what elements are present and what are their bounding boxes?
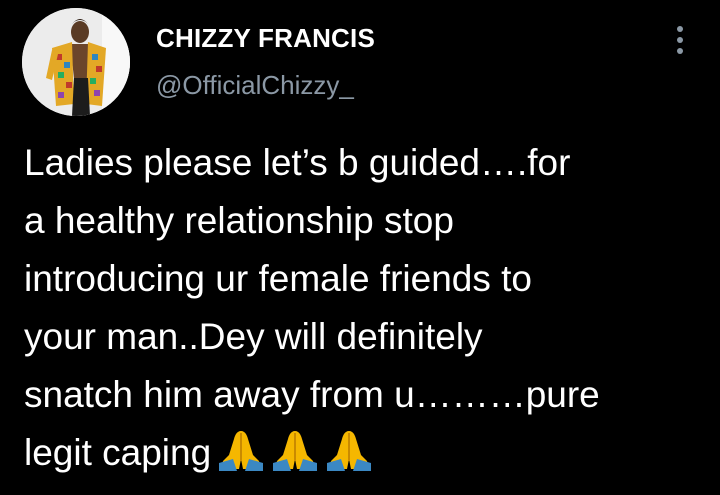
author-handle[interactable]: @OfficialChizzy_ [156,70,354,101]
folded-hands-icon [327,431,372,471]
avatar-photo-icon [22,8,130,116]
folded-hands-icon [273,431,318,471]
folded-hands-icon [219,431,264,471]
tweet-text-last-line: legit caping [24,424,704,488]
more-options-button[interactable] [666,22,694,58]
emoji-group [217,429,379,488]
tweet-text: Ladies please let’s b guided….for a heal… [24,134,704,488]
tweet-card: CHIZZY FRANCIS @OfficialChizzy_ Ladies p… [0,0,720,495]
tweet-text-line: your man..Dey will definitely [24,316,483,357]
author-avatar[interactable] [22,8,130,116]
tweet-text-line: legit caping [24,432,212,473]
tweet-text-line: Ladies please let’s b guided….for [24,142,571,183]
tweet-text-line: introducing ur female friends to [24,258,532,299]
more-vertical-icon [677,26,683,32]
author-display-name[interactable]: CHIZZY FRANCIS [156,23,375,54]
tweet-text-line: a healthy relationship stop [24,200,454,241]
tweet-text-line: snatch him away from u………pure [24,374,600,415]
